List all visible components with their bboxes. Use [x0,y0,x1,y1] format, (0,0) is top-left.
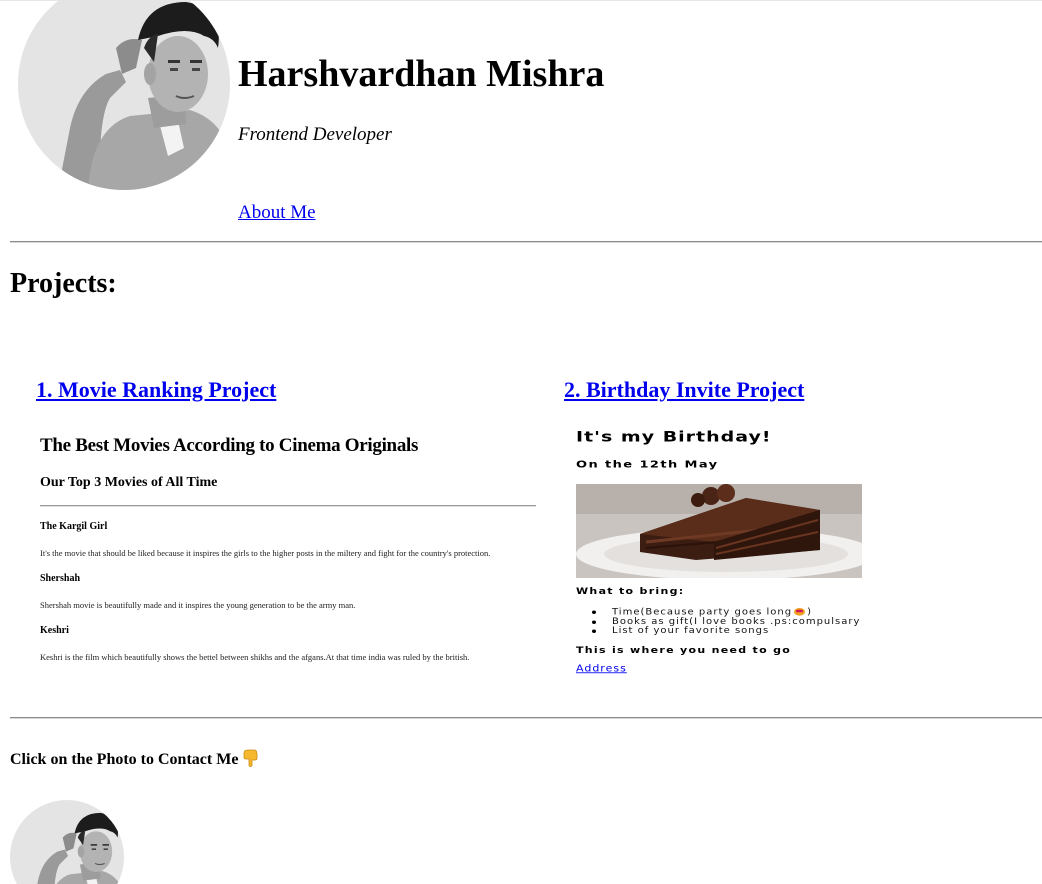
preview-subheading: Our Top 3 Movies of All Time [40,475,218,490]
bring-list: Time(Because party goes long) Books as g… [591,608,861,636]
about-me-link[interactable]: About Me [238,202,316,224]
preview-heading: The Best Movies According to Cinema Orig… [40,435,419,456]
address-link[interactable]: Address [576,663,627,674]
what-to-bring-heading: What to bring: [576,586,685,597]
movie-ranking-preview: The Best Movies According to Cinema Orig… [40,430,540,670]
movie-description: Shershah movie is beautifully made and i… [40,600,356,610]
portfolio-page: Harshvardhan Mishra Frontend Developer A… [0,0,1042,884]
movie-ranking-project-link[interactable]: 1. Movie Ranking Project [36,377,276,403]
movie-title: The Kargil Girl [40,521,108,532]
movie-description: It's the movie that should be liked beca… [40,548,491,558]
birthday-invite-preview: It's my Birthday! On the 12th May What t… [576,428,1042,684]
section-divider [10,241,1042,243]
developer-role: Frontend Developer [238,124,392,145]
contact-photo[interactable] [10,800,124,884]
location-heading: This is where you need to go [576,645,792,656]
movie-title: Keshri [40,625,69,636]
contact-prompt: Click on the Photo to Contact Me [10,749,258,770]
list-item: Time(Because party goes long) [591,608,860,616]
grinning-face-icon [794,608,806,616]
movie-description: Keshri is the film which beautifully sho… [40,652,470,662]
birthday-invite-project-link[interactable]: 2. Birthday Invite Project [564,377,804,403]
section-divider [10,717,1042,719]
preview-divider [40,505,536,507]
projects-heading: Projects: [10,268,117,299]
pointing-down-hand-icon [244,749,258,767]
preview-heading: It's my Birthday! [576,428,772,446]
movie-title: Shershah [40,573,81,584]
developer-name: Harshvardhan Mishra [238,53,605,95]
profile-photo [18,0,230,190]
cake-image [576,484,876,580]
preview-subheading: On the 12th May [576,459,719,471]
list-item: Books as gift(I love books .ps:compulsar… [591,616,861,626]
list-item: List of your favorite songs [591,626,860,635]
